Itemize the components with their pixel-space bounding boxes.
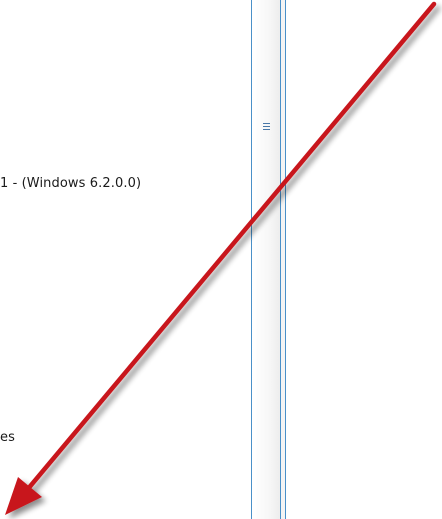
os-version-text: 1 - (Windows 6.2.0.0) — [0, 176, 142, 191]
splitter-border-right — [285, 0, 286, 519]
splitter-border-left — [251, 0, 252, 519]
annotation-arrow — [5, 1, 437, 515]
grip-lines-icon[interactable] — [260, 121, 272, 133]
partial-list-text: es — [0, 430, 15, 445]
splitter-border-mid — [280, 0, 281, 519]
arrow-head — [5, 477, 42, 515]
window-viewport: 1 - (Windows 6.2.0.0) es — [0, 0, 442, 519]
arrow-shaft — [19, 1, 437, 499]
arrow-group — [5, 1, 437, 515]
splitter-bar[interactable] — [252, 0, 280, 519]
